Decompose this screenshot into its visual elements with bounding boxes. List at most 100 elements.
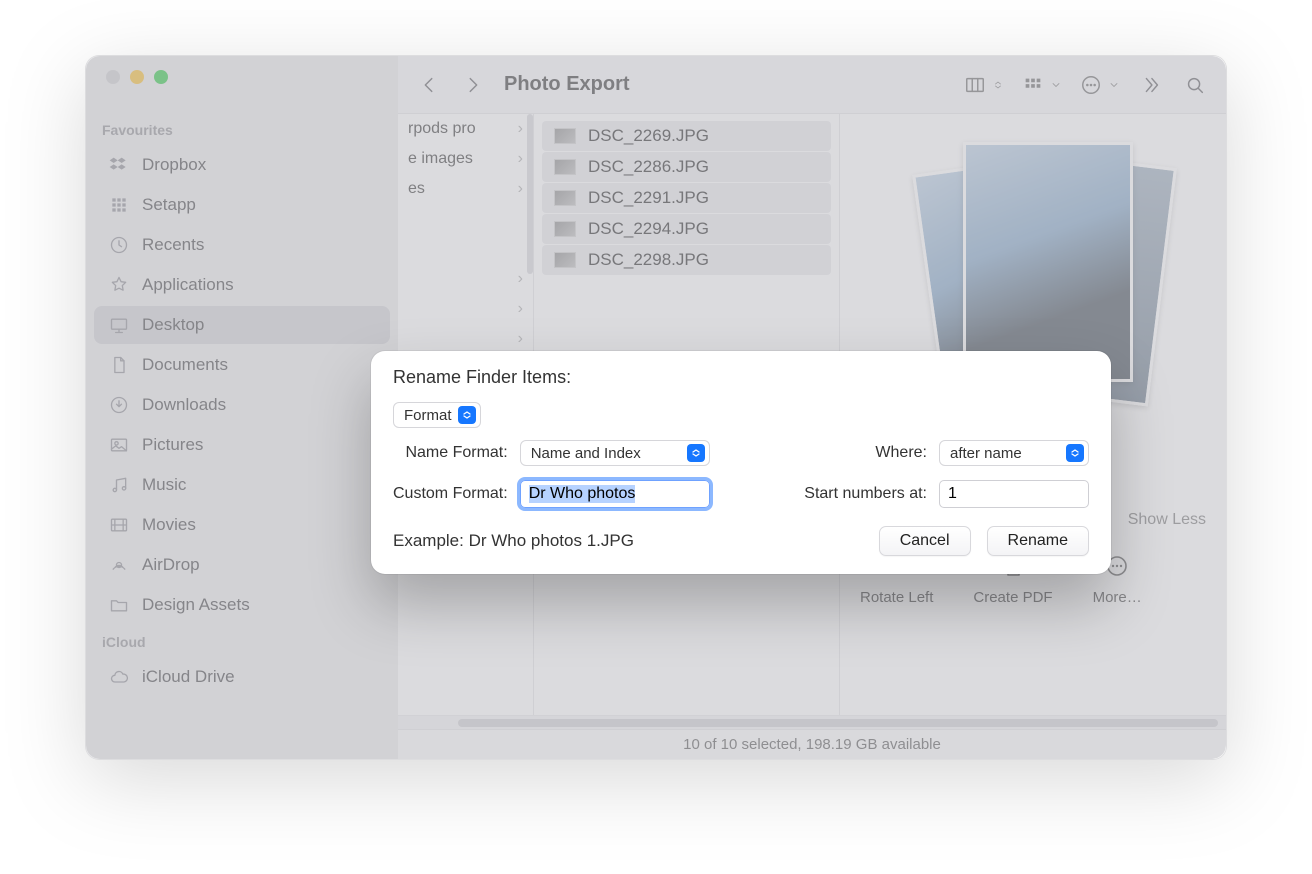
folder-label: es — [408, 180, 425, 198]
custom-format-label: Custom Format: — [393, 485, 508, 503]
example-text: Example: Dr Who photos 1.JPG — [393, 531, 634, 551]
file-name: DSC_2298.JPG — [588, 250, 709, 270]
overflow-button[interactable] — [1138, 72, 1164, 98]
sidebar-item-setapp[interactable]: Setapp — [94, 186, 390, 224]
image-thumb-icon — [554, 221, 576, 237]
chevron-right-icon: › — [518, 270, 523, 288]
custom-format-input[interactable] — [520, 480, 710, 508]
window-close-button[interactable] — [106, 70, 120, 84]
sidebar: Favourites Dropbox Setapp Recents Applic… — [86, 56, 398, 759]
sidebar-item-airdrop[interactable]: AirDrop — [94, 546, 390, 584]
file-item[interactable]: DSC_2286.JPG — [542, 152, 831, 182]
start-numbers-input[interactable] — [939, 480, 1089, 508]
sidebar-item-label: Desktop — [142, 315, 204, 335]
start-numbers-label: Start numbers at: — [804, 485, 927, 503]
sidebar-item-dropbox[interactable]: Dropbox — [94, 146, 390, 184]
image-thumb-icon — [554, 190, 576, 206]
rename-button[interactable]: Rename — [987, 526, 1089, 556]
folder-row[interactable]: e images › — [398, 144, 533, 174]
cancel-button[interactable]: Cancel — [879, 526, 971, 556]
status-bar: 10 of 10 selected, 198.19 GB available — [398, 729, 1226, 759]
music-icon — [108, 474, 130, 496]
image-thumb-icon — [554, 252, 576, 268]
file-name: DSC_2291.JPG — [588, 188, 709, 208]
sidebar-item-design-assets[interactable]: Design Assets — [94, 586, 390, 624]
folder-label: rpods pro — [408, 120, 476, 138]
folder-label: e images — [408, 150, 473, 168]
sidebar-item-icloud-drive[interactable]: iCloud Drive — [94, 658, 390, 696]
chevron-right-icon: › — [518, 180, 523, 198]
action-label: More… — [1093, 589, 1142, 606]
forward-button[interactable] — [460, 72, 486, 98]
sidebar-item-label: Pictures — [142, 435, 203, 455]
chevron-right-icon: › — [518, 150, 523, 168]
dropdown-caret-icon — [1066, 444, 1084, 462]
horizontal-scrollbar[interactable] — [398, 715, 1226, 729]
search-button[interactable] — [1182, 72, 1208, 98]
file-name: DSC_2269.JPG — [588, 126, 709, 146]
sidebar-item-documents[interactable]: Documents — [94, 346, 390, 384]
file-item[interactable]: DSC_2291.JPG — [542, 183, 831, 213]
sidebar-item-downloads[interactable]: Downloads — [94, 386, 390, 424]
sidebar-item-label: Setapp — [142, 195, 196, 215]
movies-icon — [108, 514, 130, 536]
sidebar-item-label: Music — [142, 475, 186, 495]
rename-dialog: Rename Finder Items: Format Name Format:… — [371, 351, 1111, 574]
sidebar-item-music[interactable]: Music — [94, 466, 390, 504]
dropdown-value: after name — [950, 445, 1022, 462]
window-zoom-button[interactable] — [154, 70, 168, 84]
show-less-button[interactable]: Show Less — [1128, 511, 1206, 529]
sidebar-item-recents[interactable]: Recents — [94, 226, 390, 264]
sidebar-heading-icloud: iCloud — [86, 626, 398, 656]
file-item[interactable]: DSC_2294.JPG — [542, 214, 831, 244]
folder-row[interactable]: es › — [398, 174, 533, 204]
sidebar-item-movies[interactable]: Movies — [94, 506, 390, 544]
action-menu-button[interactable] — [1080, 74, 1120, 96]
clock-icon — [108, 234, 130, 256]
image-thumb-icon — [554, 159, 576, 175]
folder-row[interactable]: › — [398, 294, 533, 324]
file-name: DSC_2286.JPG — [588, 157, 709, 177]
name-format-dropdown[interactable]: Name and Index — [520, 440, 710, 466]
dropbox-icon — [108, 154, 130, 176]
file-item[interactable]: DSC_2298.JPG — [542, 245, 831, 275]
where-dropdown[interactable]: after name — [939, 440, 1089, 466]
folder-row[interactable]: › — [398, 324, 533, 354]
chevron-right-icon: › — [518, 120, 523, 138]
sidebar-item-applications[interactable]: Applications — [94, 266, 390, 304]
action-label: Rotate Left — [860, 589, 933, 606]
rename-mode-dropdown[interactable]: Format — [393, 402, 481, 428]
sidebar-item-desktop[interactable]: Desktop — [94, 306, 390, 344]
group-by-button[interactable] — [1022, 74, 1062, 96]
toolbar: Photo Export — [398, 56, 1226, 114]
dropdown-value: Name and Index — [531, 445, 641, 462]
image-thumb-icon — [554, 128, 576, 144]
cloud-icon — [108, 666, 130, 688]
download-icon — [108, 394, 130, 416]
dropdown-caret-icon — [687, 444, 705, 462]
back-button[interactable] — [416, 72, 442, 98]
apps-icon — [108, 274, 130, 296]
chevron-right-icon: › — [518, 330, 523, 348]
folder-row[interactable]: › — [398, 264, 533, 294]
window-minimize-button[interactable] — [130, 70, 144, 84]
grid-icon — [108, 194, 130, 216]
file-item[interactable]: DSC_2269.JPG — [542, 121, 831, 151]
sidebar-item-label: Documents — [142, 355, 228, 375]
document-icon — [108, 354, 130, 376]
folder-icon — [108, 594, 130, 616]
desktop-icon — [108, 314, 130, 336]
name-format-label: Name Format: — [393, 444, 508, 462]
airdrop-icon — [108, 554, 130, 576]
view-columns-button[interactable] — [964, 74, 1004, 96]
sidebar-item-label: Applications — [142, 275, 234, 295]
chevron-right-icon: › — [518, 300, 523, 318]
dropdown-caret-icon — [458, 406, 476, 424]
pictures-icon — [108, 434, 130, 456]
action-label: Create PDF — [973, 589, 1052, 606]
folder-row[interactable]: rpods pro › — [398, 114, 533, 144]
sidebar-item-label: Recents — [142, 235, 204, 255]
sidebar-item-pictures[interactable]: Pictures — [94, 426, 390, 464]
dropdown-value: Format — [404, 407, 452, 424]
window-controls — [86, 70, 398, 84]
